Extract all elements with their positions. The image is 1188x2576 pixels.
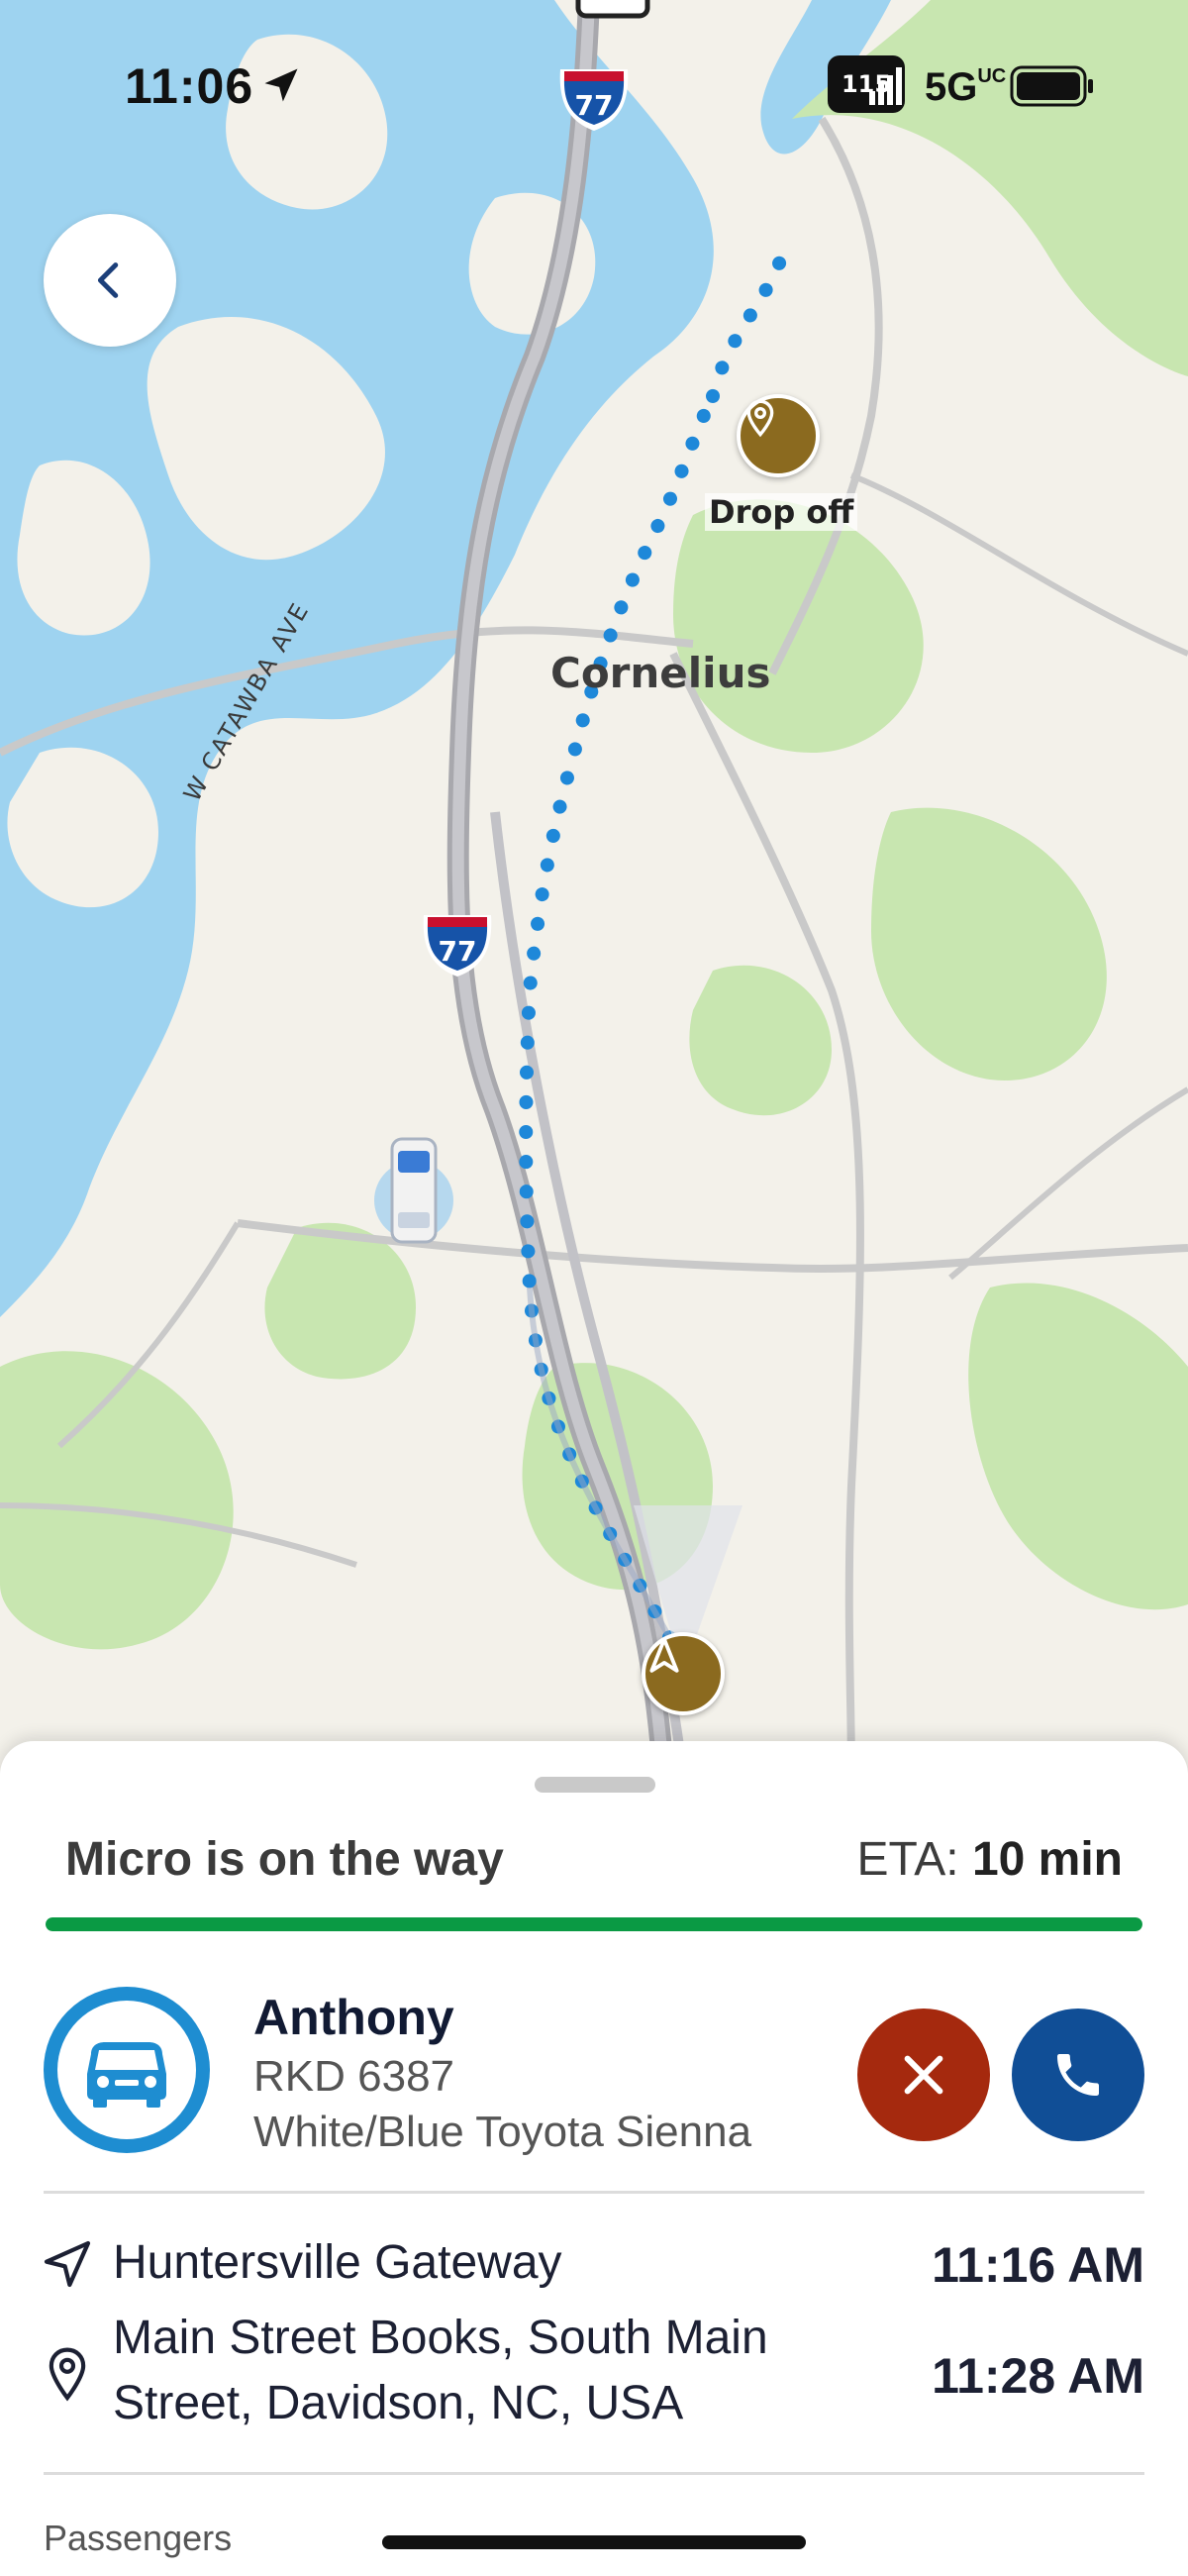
dropoff-label: Drop off xyxy=(705,493,858,531)
svg-text:77: 77 xyxy=(439,935,477,968)
network-type-suffix: UC xyxy=(977,65,1007,87)
chevron-left-icon xyxy=(97,262,119,298)
vehicle-avatar xyxy=(44,1987,210,2153)
pickup-location: Huntersville Gateway xyxy=(113,2236,562,2289)
map-canvas: 77 77 xyxy=(0,0,1188,1773)
battery-icon xyxy=(1010,65,1093,107)
status-time: 11:06 xyxy=(125,58,254,114)
back-button[interactable] xyxy=(44,214,176,347)
passengers-label: Passengers xyxy=(44,2518,233,2558)
divider xyxy=(44,2191,1144,2194)
dropoff-time: 11:28 AM xyxy=(932,2348,1144,2404)
location-pin-icon xyxy=(49,2347,86,2402)
divider xyxy=(44,2472,1144,2475)
license-plate: RKD 6387 xyxy=(253,2052,455,2101)
eta-value: 10 min xyxy=(971,1833,1123,1886)
location-arrow-icon xyxy=(264,68,298,102)
trip-status: Micro is on the way xyxy=(65,1833,504,1886)
network-type: 5GUC xyxy=(925,65,1006,110)
cancel-ride-button[interactable] xyxy=(857,2009,990,2141)
map-view[interactable]: 77 77 Cornelius W CATAWBA AVE Drop off xyxy=(0,0,1188,1773)
eta: ETA: 10 min xyxy=(856,1832,1123,1887)
map-place-label: Cornelius xyxy=(550,649,771,697)
navigation-a-icon xyxy=(649,1637,679,1673)
current-location-pin[interactable] xyxy=(642,1632,725,1715)
phone-icon xyxy=(1057,2054,1099,2096)
home-indicator[interactable] xyxy=(382,2535,806,2549)
vehicle-description: White/Blue Toyota Sienna xyxy=(253,2108,752,2156)
call-driver-button[interactable] xyxy=(1012,2009,1144,2141)
dropoff-pin[interactable] xyxy=(737,394,820,477)
driver-name: Anthony xyxy=(253,1990,454,2045)
close-icon xyxy=(904,2055,943,2095)
dropoff-location: Main Street Books, South Main Street, Da… xyxy=(113,2312,768,2429)
network-type-label: 5G xyxy=(925,65,978,109)
navigation-arrow-icon xyxy=(44,2240,91,2288)
trip-progress-bar xyxy=(46,1917,1142,1931)
sheet-grabber[interactable] xyxy=(535,1777,655,1793)
status-bar: 11:06 115 5GUC xyxy=(0,0,1188,168)
trip-progress-fill xyxy=(46,1917,1142,1931)
location-pin-icon xyxy=(746,399,774,438)
trip-sheet: Micro is on the way ETA: 10 min Anthony … xyxy=(0,1741,1188,2576)
eta-label: ETA: xyxy=(856,1833,959,1886)
pickup-time: 11:16 AM xyxy=(932,2237,1144,2293)
van-icon xyxy=(87,2042,166,2108)
cellular-signal-icon xyxy=(869,67,902,105)
